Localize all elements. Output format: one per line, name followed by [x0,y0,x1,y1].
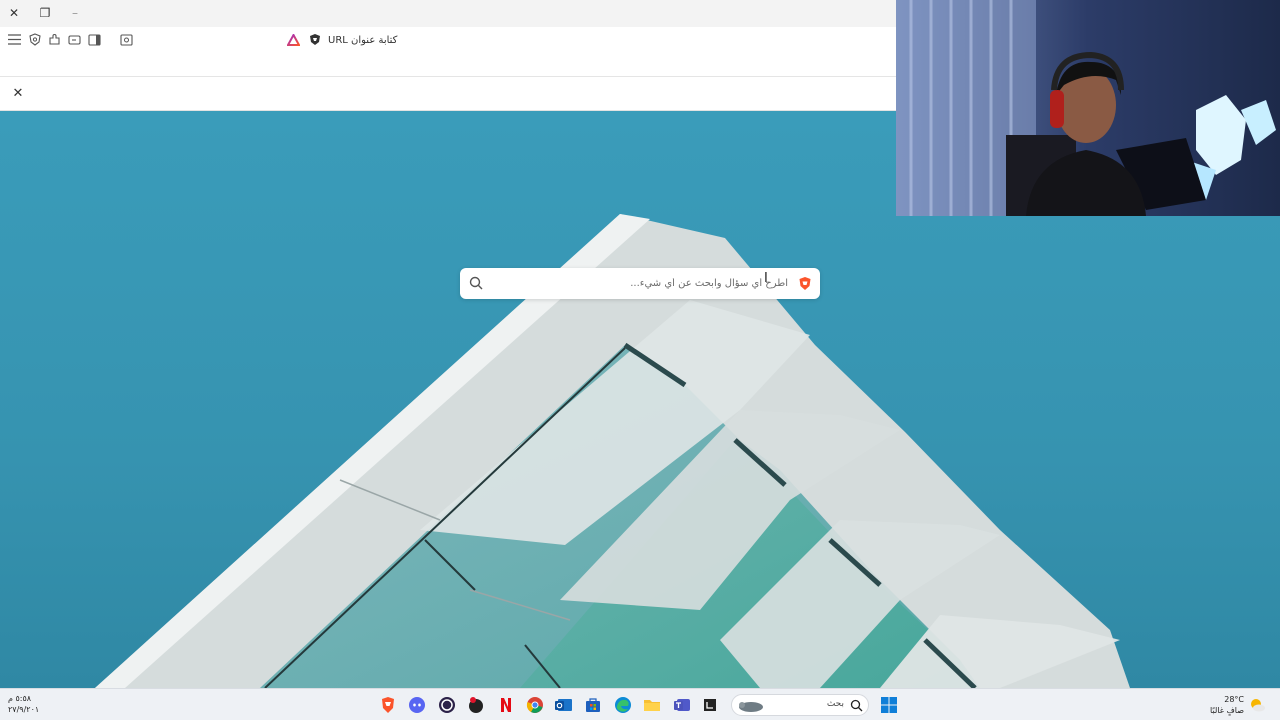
taskbar-netflix[interactable] [496,695,516,715]
text-cursor-icon: I [764,271,768,286]
minimize-window-button[interactable]: – [65,4,85,22]
taskbar-obs[interactable] [437,695,457,715]
netflix-icon [501,698,511,712]
brave-shields-button[interactable] [307,32,322,47]
taskbar-teams[interactable] [672,695,692,715]
file-explorer-icon [644,700,660,711]
shields-button[interactable] [27,32,42,47]
brave-lion-icon [309,34,320,45]
menu-button[interactable] [7,32,22,47]
clock-date: ٢٧/٩/٢٠١ [8,705,40,714]
clock-time: ٥:٥٨ م [8,694,32,703]
notification-banner: ✕ [0,77,896,111]
puzzle-icon [49,34,60,45]
extensions-button[interactable] [47,32,62,47]
windows-start-icon [881,697,897,713]
webcam-overlay [896,0,1280,216]
brave-rewards-button[interactable] [286,32,301,47]
wallet-button[interactable] [67,32,82,47]
start-button[interactable] [879,695,899,715]
brave-search-icon [799,277,811,290]
search-icon [850,699,863,712]
taskbar-outlook[interactable] [554,695,574,715]
title-bar: ✕ ❐ – [0,0,896,27]
reader-mode-button[interactable] [119,32,134,47]
weather-desc: صافٍ غالبًا [1210,706,1244,715]
bookmarks-bar [0,52,896,77]
taskbar-edge[interactable] [613,695,633,715]
banner-close-button[interactable]: ✕ [10,85,26,101]
search-highlight-art-icon [739,702,763,712]
messenger-icon [469,697,483,713]
browser-toolbar: كتابة عنوان URL [0,27,896,52]
teams-icon [674,699,690,711]
store-icon [586,698,600,712]
chrome-icon [526,697,543,713]
restore-icon: ❐ [39,6,51,20]
weather-widget[interactable]: 28°C صافٍ غالبًا [1196,692,1266,718]
taskbar-brave[interactable] [378,695,398,715]
taskbar-file-explorer[interactable] [642,695,662,715]
obs-icon [439,697,455,713]
search-input[interactable] [492,268,792,299]
close-window-button[interactable]: ✕ [4,4,24,22]
edge-icon [615,697,631,713]
rewards-triangle-icon [287,33,300,46]
search-icon [469,276,483,290]
taskbar: ٥:٥٨ م ٢٧/٩/٢٠١ بحث 28°C صافٍ غالبًا [0,688,1280,720]
close-icon: ✕ [12,85,24,101]
taskbar-search[interactable]: بحث [731,694,869,716]
webcam-feed [896,0,1280,216]
hamburger-icon [8,34,21,45]
taskbar-terminal[interactable] [700,695,720,715]
system-clock[interactable]: ٥:٥٨ م ٢٧/٩/٢٠١ [8,693,68,717]
wallet-icon [68,34,81,45]
taskbar-store[interactable] [583,695,603,715]
taskbar-search-label: بحث [826,699,844,709]
discord-icon [409,697,425,713]
sidebar-icon [88,33,101,46]
restore-window-button[interactable]: ❐ [35,4,55,22]
taskbar-chrome[interactable] [525,695,545,715]
weather-text: 28°C صافٍ غالبًا [1210,694,1244,716]
sidebar-button[interactable] [87,32,102,47]
address-placeholder: كتابة عنوان URL [328,34,398,46]
taskbar-discord[interactable] [407,695,427,715]
weather-temp: 28°C [1224,695,1244,704]
outlook-icon [555,699,572,711]
page-search-icon [120,33,133,46]
close-icon: ✕ [8,6,20,20]
brave-icon [382,697,394,713]
address-bar[interactable]: كتابة عنوان URL [328,29,896,51]
partly-sunny-icon [1251,699,1265,712]
terminal-icon [704,699,716,711]
taskbar-messenger[interactable] [466,695,486,715]
minimize-icon: – [72,6,78,20]
shield-icon [28,33,41,46]
